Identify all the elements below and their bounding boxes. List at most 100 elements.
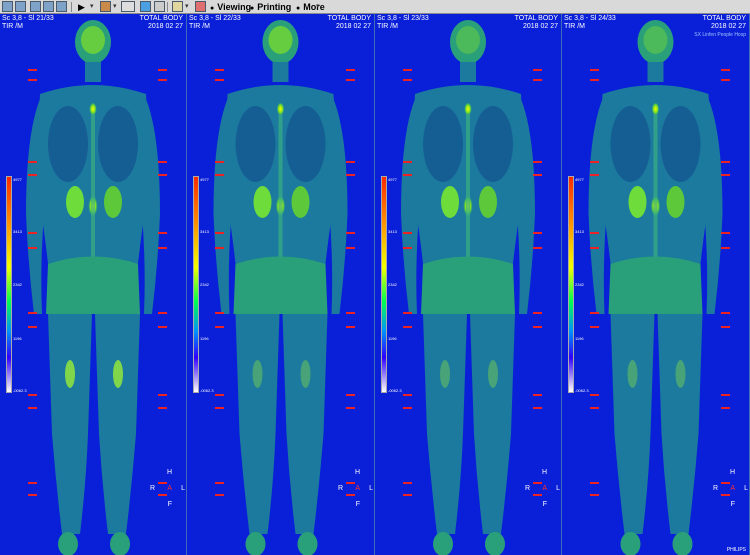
body-part-label: TOTAL BODY [139,15,183,22]
orientation-inferior: F [730,501,735,508]
slice-position-marker [215,394,224,396]
slice-position-marker [346,326,355,328]
orientation-left: L [181,485,185,492]
color-scale-bar [381,176,387,393]
slice-position-marker [533,161,542,163]
color-scale-tick: -0062.3 [200,388,214,393]
slice-position-marker [533,494,542,496]
slice-position-marker [533,232,542,234]
slice-position-marker [28,174,37,176]
window-level-icon[interactable] [100,1,111,12]
color-scale-tick: -0062.3 [388,388,402,393]
slice-position-marker [721,174,730,176]
slice-position-marker [28,394,37,396]
slice-position-marker [158,69,167,71]
slice-position-marker [721,247,730,249]
slice-position-marker [346,494,355,496]
slice-position-marker [403,407,412,409]
study-date: 2018 02 27 [710,23,746,30]
slice-position-marker [346,174,355,176]
layout-tile-icon[interactable] [56,1,67,12]
hospital-name: SX Linfen People Hosp [694,32,746,38]
viewport-3[interactable]: Sc 3,8 - Sl 23/33 TIR /M TOTAL BODY 2018 02… [375,14,562,555]
series-label: Sc 3,8 - Sl 21/33 [2,15,54,22]
viewport-1[interactable]: Sc 3,8 - Sl 21/33 TIR /M TOTAL BODY 2018 02… [0,14,187,555]
layout-stack-icon[interactable] [43,1,54,12]
layout-columns-icon[interactable] [30,1,41,12]
slice-position-marker [533,326,542,328]
slice-position-marker [346,312,355,314]
toolbar: ▶ ▾ ▾ ▾ ● Viewing ● Printing ● More ▾ [0,0,750,14]
mode-label: TIR /M [2,23,23,30]
orientation-left: L [556,485,560,492]
slice-position-marker [346,247,355,249]
color-scale-tick: 2342 [13,282,22,287]
slice-position-marker [28,69,37,71]
color-scale-tick: -0062.3 [13,388,27,393]
orientation-right: R [712,485,718,492]
viewport-4[interactable]: Sc 3,8 - Sl 24/33 TIR /M TOTAL BODY 2018 02… [562,14,750,555]
slice-position-marker [28,161,37,163]
slice-position-marker [403,312,412,314]
mri-body-image[interactable] [375,14,562,555]
slice-position-marker [721,79,730,81]
color-scale-tick: 3413 [200,229,209,234]
slice-position-marker [721,232,730,234]
slice-position-marker [721,482,730,484]
body-part-label: TOTAL BODY [514,15,558,22]
slice-position-marker [28,247,37,249]
slice-position-marker [215,494,224,496]
slice-position-marker [403,69,412,71]
slice-position-marker [28,232,37,234]
series-label: Sc 3,8 - Sl 24/33 [564,15,616,22]
orientation-anterior: A [167,485,172,492]
slice-position-marker [590,232,599,234]
dropdown-arrow-icon[interactable]: ▾ [316,1,320,13]
study-date: 2018 02 27 [522,23,558,30]
layout-grid-icon[interactable] [15,1,26,12]
layout-1x1-icon[interactable] [2,1,13,12]
slice-position-marker [158,247,167,249]
menu-more[interactable]: ● More [296,0,325,14]
slice-position-marker [215,69,224,71]
color-scale-bar [568,176,574,393]
dropdown-arrow-icon[interactable]: ▾ [185,1,189,13]
slice-position-marker [28,312,37,314]
mri-body-image[interactable] [187,14,375,555]
study-date: 2018 02 27 [335,23,371,30]
cine-icon[interactable] [154,1,165,12]
report-icon[interactable] [172,1,183,12]
pin-icon[interactable] [140,1,151,12]
slice-position-marker [28,482,37,484]
slice-position-marker [215,407,224,409]
vendor-logo: PHILIPS [726,547,746,553]
orientation-inferior: F [355,501,360,508]
ruler-icon[interactable] [121,1,135,12]
dropdown-arrow-icon[interactable]: ▾ [113,1,117,13]
slice-position-marker [721,494,730,496]
slice-position-marker [158,494,167,496]
menu-viewing[interactable]: ● Viewing [210,0,251,14]
slice-position-marker [590,407,599,409]
slice-position-marker [721,407,730,409]
viewport-2[interactable]: Sc 3,8 - Sl 22/33 TIR /M TOTAL BODY 2018 02… [187,14,375,555]
play-icon[interactable]: ▶ [78,1,85,13]
slice-position-marker [533,79,542,81]
slice-position-marker [158,407,167,409]
slice-position-marker [346,232,355,234]
orientation-right: R [524,485,530,492]
color-scale-tick: 1196 [575,336,584,341]
reset-icon[interactable] [195,1,206,12]
slice-position-marker [346,161,355,163]
menu-printing[interactable]: ● Printing [250,0,291,14]
slice-position-marker [403,79,412,81]
dropdown-arrow-icon[interactable]: ▾ [90,1,94,13]
slice-position-marker [721,69,730,71]
mri-body-image[interactable] [0,14,187,555]
color-scale-tick: 2342 [200,282,209,287]
slice-position-marker [158,326,167,328]
slice-position-marker [28,326,37,328]
slice-position-marker [158,232,167,234]
mri-body-image[interactable] [562,14,750,555]
color-scale-tick: 4977 [13,177,22,182]
